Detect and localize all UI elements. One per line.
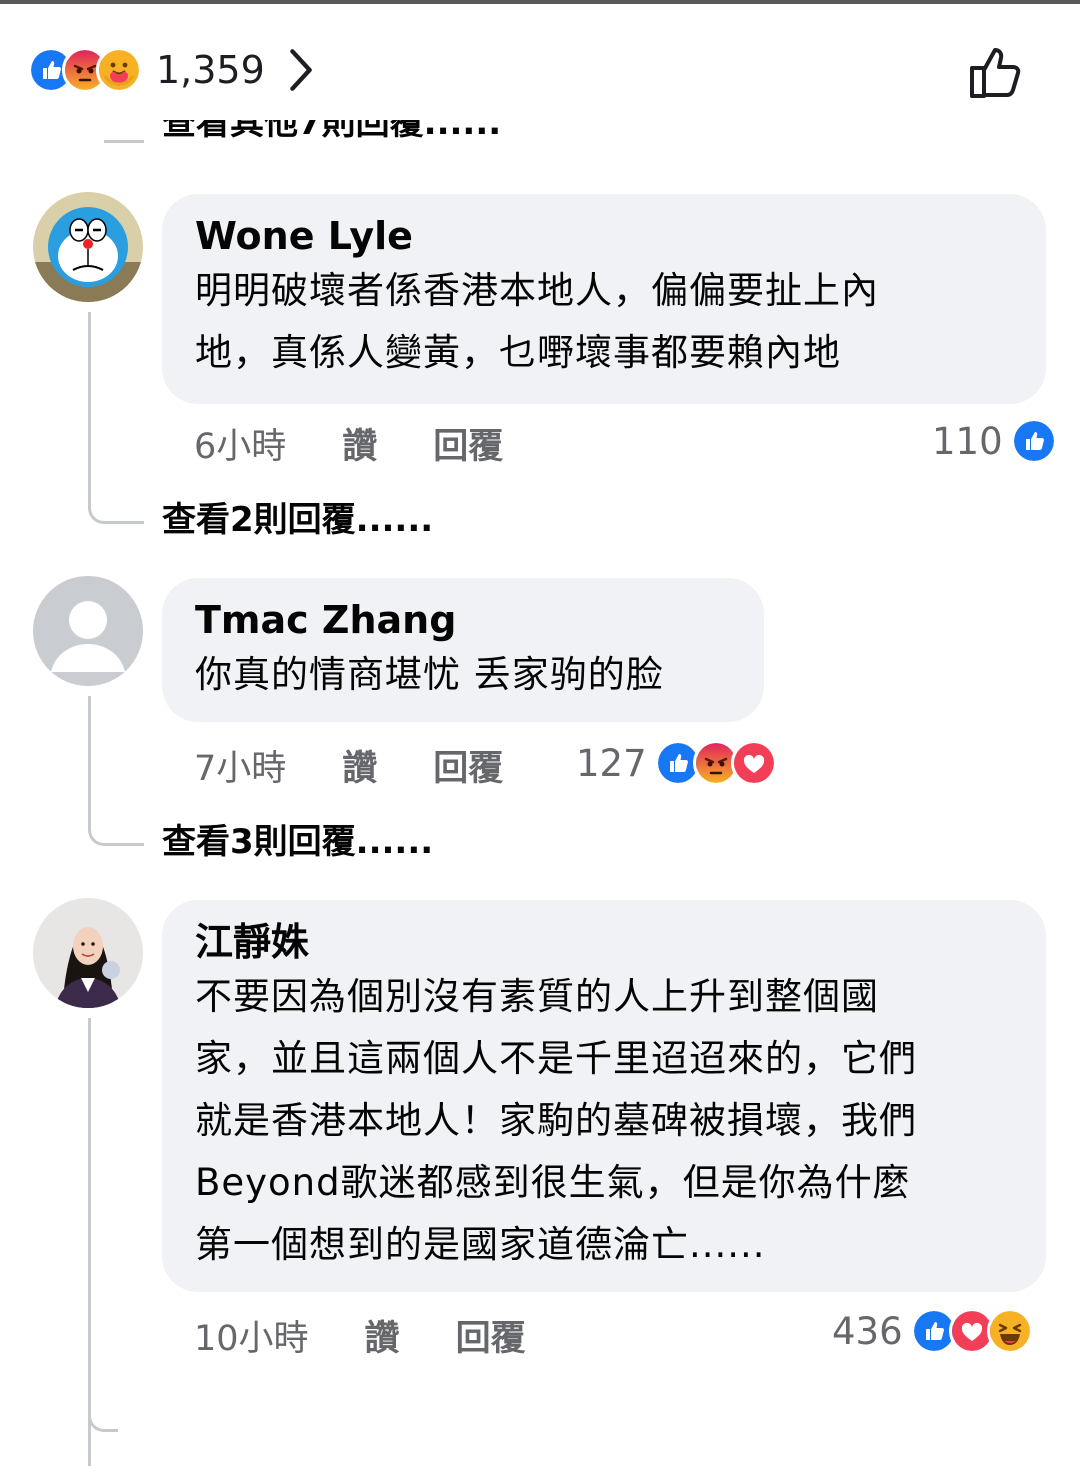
comment-text-line: 你真的情商堪忧 丢家驹的脸 [195, 653, 664, 696]
thread-elbow [88, 824, 144, 846]
reply-comment-button[interactable]: 回覆 [456, 1310, 526, 1361]
comment-actions: 6小時 讚 回覆 [194, 416, 503, 470]
comment-text-line: 家，並且這兩個人不是千里迢迢來的，它們 [195, 1037, 917, 1080]
comment-reaction-count: 110 [932, 419, 1003, 463]
comment-author[interactable]: Tmac Zhang [195, 596, 730, 644]
comment-reaction-count: 127 [576, 741, 647, 785]
comment-author[interactable]: 江靜姝 [195, 918, 1012, 966]
haha-icon [986, 1308, 1033, 1354]
like-comment-button[interactable]: 讚 [365, 1310, 400, 1361]
reply-comment-button[interactable]: 回覆 [433, 740, 503, 791]
comment-text-line: 明明破壞者係香港本地人，偏偏要扯上內 [195, 269, 879, 312]
avatar[interactable] [33, 192, 143, 302]
like-icon [1010, 418, 1057, 464]
like-comment-button[interactable]: 讚 [342, 418, 377, 469]
comment-timestamp[interactable]: 10小時 [194, 1310, 309, 1361]
comment-bubble: Tmac Zhang 你真的情商堪忧 丢家驹的脸 [162, 578, 764, 722]
comment-reaction-summary[interactable]: 110 [932, 414, 1057, 468]
comment-timestamp[interactable]: 7小時 [194, 740, 286, 791]
thread-line [88, 312, 91, 502]
like-comment-button[interactable]: 讚 [342, 740, 377, 791]
love-icon [730, 740, 777, 786]
thread-elbow [88, 1410, 118, 1432]
avatar[interactable] [33, 576, 143, 686]
post-reaction-summary[interactable]: 1,359 [28, 40, 319, 100]
comment-reaction-summary[interactable]: 436 [832, 1304, 1033, 1358]
care-icon [96, 47, 142, 93]
chevron-right-icon [290, 49, 312, 91]
comment-text-line: 地，真係人變黃，乜嘢壞事都要賴內地 [195, 331, 841, 374]
thread-line [88, 1018, 91, 1466]
comment-actions: 7小時 讚 回覆 [194, 738, 503, 792]
reply-comment-button[interactable]: 回覆 [433, 418, 503, 469]
avatar[interactable] [33, 898, 143, 1008]
comment-text-line: 不要因為個別沒有素質的人上升到整個國 [195, 975, 879, 1018]
comment-timestamp[interactable]: 6小時 [194, 418, 286, 469]
comment-reaction-count: 436 [832, 1309, 903, 1353]
view-replies-link[interactable]: 查看3則回覆...... [162, 814, 433, 863]
comment-author[interactable]: Wone Lyle [195, 212, 1012, 260]
like-button-icon[interactable] [964, 40, 1028, 104]
comment-bubble: 江靜姝 不要因為個別沒有素質的人上升到整個國 家，並且這兩個人不是千里迢迢來的，… [162, 900, 1046, 1292]
comment-bubble: Wone Lyle 明明破壞者係香港本地人，偏偏要扯上內 地，真係人變黃，乜嘢壞… [162, 194, 1046, 404]
comment-actions: 10小時 讚 回覆 [194, 1308, 526, 1362]
comment-text-line: 第一個想到的是國家道德淪亡...... [195, 1223, 766, 1266]
comment-text-line: Beyond歌迷都感到很生氣，但是你為什麼 [195, 1161, 911, 1204]
post-reaction-count: 1,359 [156, 48, 265, 92]
thread-line [88, 696, 91, 824]
thread-elbow [88, 502, 144, 524]
top-edge-bar [0, 0, 1080, 4]
view-more-replies-link[interactable]: 查看其他7則回覆...... [162, 120, 501, 146]
comment-reaction-summary[interactable]: 127 [576, 736, 777, 790]
thread-connector [104, 140, 144, 143]
view-replies-link[interactable]: 查看2則回覆...... [162, 492, 433, 541]
comment-text-line: 就是香港本地人！家駒的墓碑被損壞，我們 [195, 1099, 917, 1142]
